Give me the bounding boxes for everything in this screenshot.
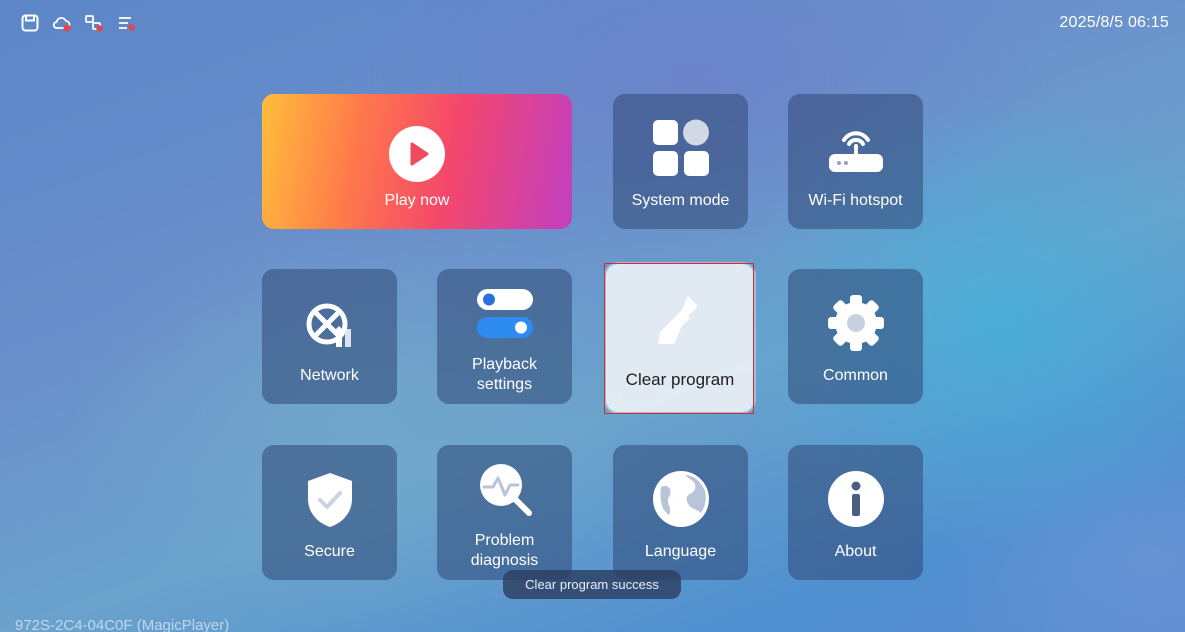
toggle-switches-icon: [476, 289, 533, 338]
globe-icon: [652, 471, 709, 527]
status-bar-icons: [20, 13, 136, 33]
network-label: Network: [300, 367, 359, 384]
language-label: Language: [644, 543, 717, 560]
list-error-icon: [119, 17, 135, 31]
play-now-label: Play now: [384, 192, 450, 209]
router-wifi-icon: [828, 131, 883, 172]
sync-error-icon: [85, 15, 103, 32]
clock: 2025/8/5 06:15: [1059, 14, 1169, 31]
broom-icon: [658, 296, 698, 344]
problem-diagnosis-tile[interactable]: Problem diagnosis: [437, 445, 572, 580]
system-mode-tile[interactable]: System mode: [613, 94, 748, 229]
playback-settings-label: Playback settings: [472, 356, 537, 393]
clear-program-tile[interactable]: Clear program: [606, 264, 754, 412]
diagnosis-search-icon: [479, 464, 532, 516]
info-icon: [827, 471, 884, 527]
common-label: Common: [823, 367, 888, 384]
cloud-disconnected-icon: [52, 17, 71, 32]
problem-diagnosis-label: Problem diagnosis: [470, 532, 539, 569]
about-label: About: [834, 543, 877, 560]
system-mode-label: System mode: [631, 192, 730, 209]
clear-program-label: Clear program: [625, 370, 735, 389]
play-now-tile[interactable]: Play now: [262, 94, 572, 229]
language-tile[interactable]: Language: [613, 445, 748, 580]
device-id: 972S-2C4-04C0F (MagicPlayer): [15, 617, 230, 632]
toast-message: Clear program success: [503, 570, 681, 599]
common-tile[interactable]: Common: [788, 269, 923, 404]
gear-icon: [827, 295, 884, 351]
secure-label: Secure: [304, 543, 355, 560]
network-tile[interactable]: Network: [262, 269, 397, 404]
shield-check-icon: [307, 473, 352, 527]
secure-tile[interactable]: Secure: [262, 445, 397, 580]
save-icon: [21, 14, 39, 32]
play-icon: [389, 126, 445, 182]
grid-apps-icon: [652, 119, 709, 176]
wifi-hotspot-label: Wi-Fi hotspot: [808, 192, 903, 209]
playback-settings-tile[interactable]: Playback settings: [437, 269, 572, 404]
network-globe-icon: [306, 303, 351, 347]
about-tile[interactable]: About: [788, 445, 923, 580]
wifi-hotspot-tile[interactable]: Wi-Fi hotspot: [788, 94, 923, 229]
